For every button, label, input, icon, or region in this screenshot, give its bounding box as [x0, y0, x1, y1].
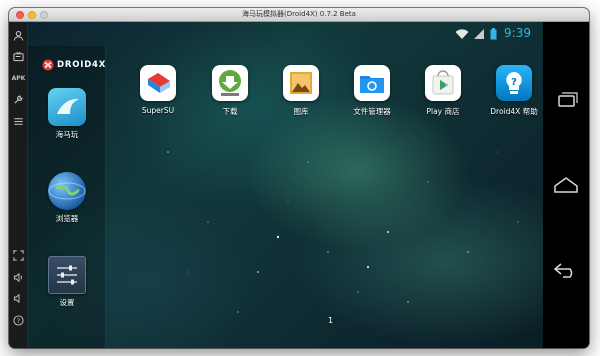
dock-app-haimawan[interactable]: 海马玩 — [37, 88, 97, 140]
app-label-play-store: Play 商店 — [426, 107, 460, 116]
app-play-store[interactable]: Play 商店 — [411, 65, 475, 117]
fullscreen-icon[interactable] — [11, 250, 26, 264]
app-droid4x-help[interactable]: ? Droid4X 帮助 — [482, 65, 543, 117]
back-button[interactable] — [551, 258, 581, 280]
app-file-manager[interactable]: 文件管理器 — [340, 65, 404, 117]
download-icon — [212, 65, 248, 101]
wrench-icon[interactable] — [11, 94, 26, 108]
app-supersu[interactable]: SuperSU — [126, 65, 190, 115]
dock-label-settings: 设置 — [59, 298, 75, 307]
menu-icon[interactable] — [11, 116, 26, 130]
droid4x-logo: DROID4X — [42, 59, 106, 71]
dock-label-browser: 浏览器 — [55, 214, 79, 223]
emulator-toolbar: APK ? — [9, 22, 28, 348]
window-title: 海马玩模拟器(Droid4X) 0.7.2 Beta — [242, 10, 356, 18]
volume-up-icon[interactable] — [11, 272, 26, 286]
app-gallery[interactable]: 图库 — [269, 65, 333, 117]
tv-icon[interactable] — [11, 51, 26, 65]
droid4x-help-icon: ? — [496, 65, 532, 101]
android-screen[interactable]: 9:39 DROID4X 海马玩 浏览器 设置 SuperSU 下载 图库 文件… — [28, 22, 543, 348]
app-label-droid4x-help: Droid4X 帮助 — [490, 107, 538, 116]
app-label-gallery: 图库 — [293, 107, 309, 116]
logo-text: DROID4X — [57, 60, 107, 70]
haimawan-icon — [48, 88, 86, 126]
page-indicator: 1 — [328, 316, 334, 325]
dock-app-settings[interactable]: 设置 — [37, 256, 97, 308]
title-bar: 海马玩模拟器(Droid4X) 0.7.2 Beta — [9, 8, 589, 22]
side-dock: DROID4X 海马玩 浏览器 设置 — [28, 46, 106, 348]
user-icon[interactable] — [11, 30, 26, 44]
droid4x-logo-icon — [42, 59, 54, 71]
recent-apps-button[interactable] — [551, 90, 581, 112]
clock: 9:39 — [504, 26, 531, 40]
svg-text:?: ? — [511, 77, 517, 88]
app-label-supersu: SuperSU — [141, 106, 175, 115]
app-label-file-manager: 文件管理器 — [353, 107, 391, 116]
dock-app-browser[interactable]: 浏览器 — [37, 172, 97, 224]
navigation-bar — [543, 22, 589, 348]
help-icon[interactable]: ? — [11, 315, 26, 329]
supersu-icon — [140, 65, 176, 101]
app-label-download: 下载 — [222, 107, 238, 116]
play-store-icon — [425, 65, 461, 101]
apk-icon[interactable]: APK — [11, 72, 26, 86]
app-download[interactable]: 下载 — [198, 65, 262, 117]
volume-down-icon[interactable] — [11, 293, 26, 307]
browser-globe-icon — [48, 172, 86, 210]
battery-icon — [490, 28, 497, 40]
settings-icon — [48, 256, 86, 294]
file-manager-icon — [354, 65, 390, 101]
wifi-icon — [455, 29, 469, 39]
gallery-icon — [283, 65, 319, 101]
status-bar: 9:39 — [28, 22, 543, 46]
emulator-window: 海马玩模拟器(Droid4X) 0.7.2 Beta APK ? 9:39 DR… — [9, 8, 589, 348]
dock-label-haimawan: 海马玩 — [55, 130, 79, 139]
home-button[interactable] — [551, 174, 581, 196]
svg-text:?: ? — [17, 317, 20, 325]
signal-icon — [474, 29, 484, 39]
